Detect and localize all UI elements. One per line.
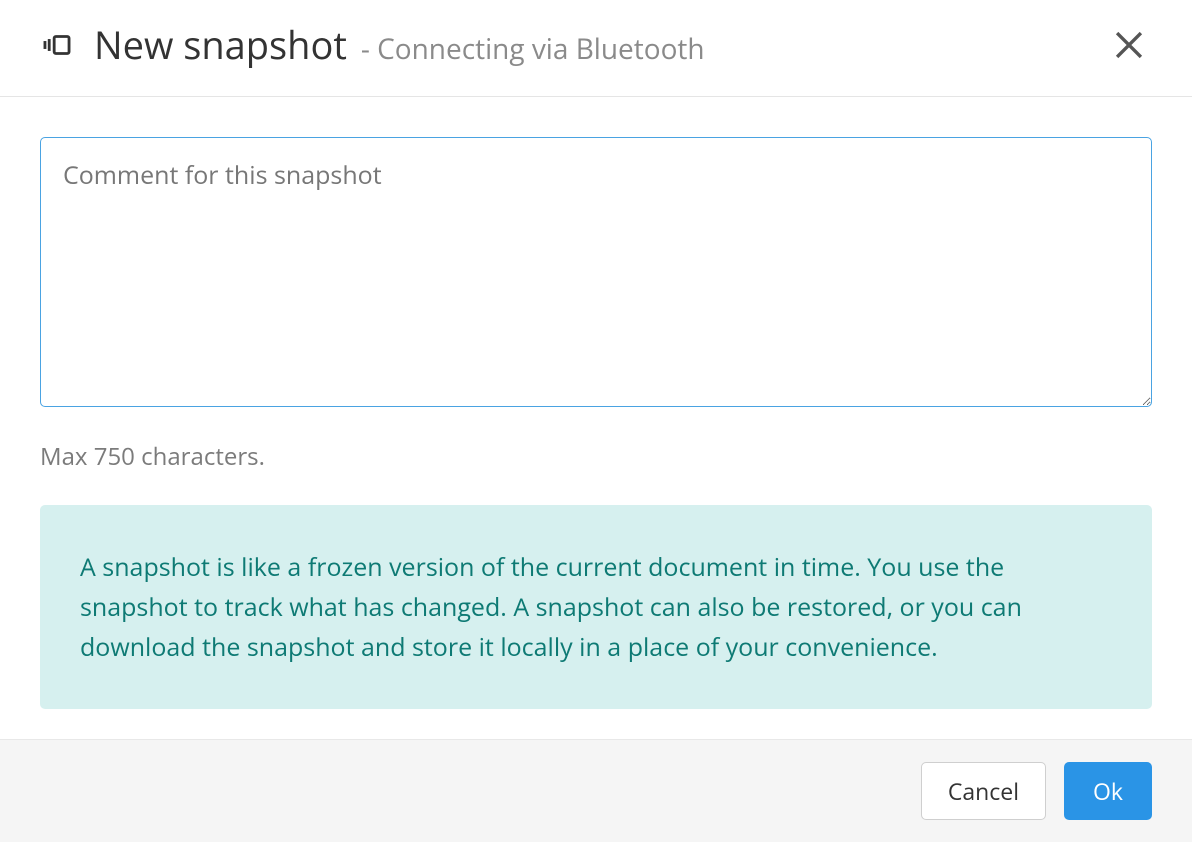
dialog-footer: Cancel Ok	[0, 739, 1192, 842]
dialog-title: New snapshot	[94, 26, 347, 64]
new-snapshot-dialog: New snapshot - Connecting via Bluetooth …	[0, 0, 1192, 792]
snapshot-info-panel: A snapshot is like a frozen version of t…	[40, 505, 1152, 709]
close-button[interactable]	[1106, 22, 1152, 68]
dialog-header: New snapshot - Connecting via Bluetooth	[0, 0, 1192, 97]
snapshot-comment-input[interactable]	[40, 137, 1152, 407]
ok-button[interactable]: Ok	[1064, 762, 1152, 820]
dialog-title-line: New snapshot - Connecting via Bluetooth	[94, 26, 1106, 64]
snapshot-icon	[40, 28, 74, 62]
dialog-body: Max 750 characters. A snapshot is like a…	[0, 97, 1192, 739]
dialog-subtitle: - Connecting via Bluetooth	[361, 35, 705, 63]
close-icon	[1112, 28, 1146, 62]
comment-helper-text: Max 750 characters.	[40, 440, 1152, 473]
cancel-button[interactable]: Cancel	[921, 762, 1046, 820]
